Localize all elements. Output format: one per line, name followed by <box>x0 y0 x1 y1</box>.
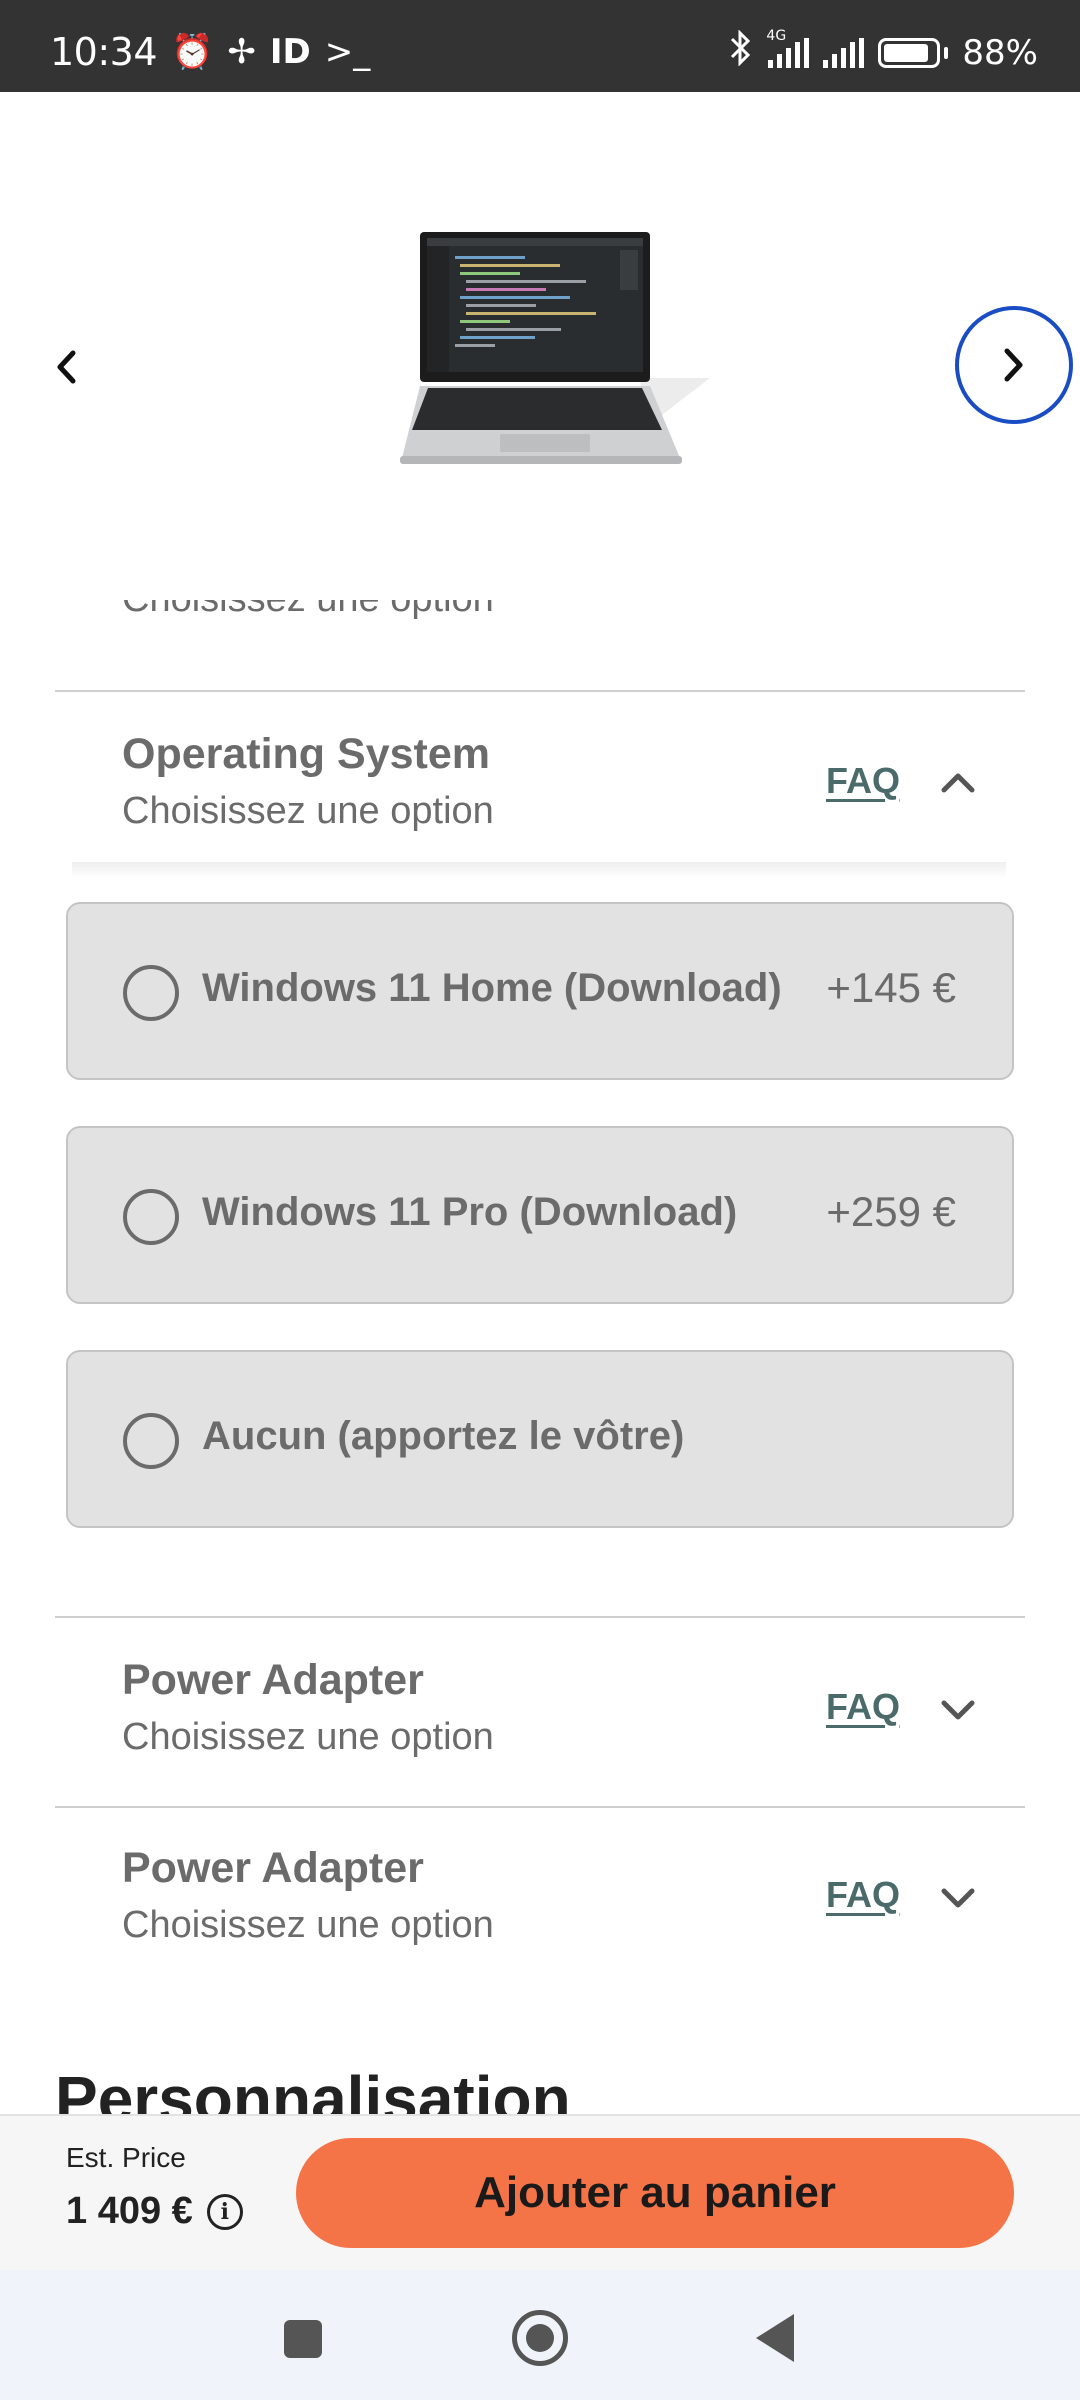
section-subtitle: Choisissez une option <box>122 1716 494 1758</box>
os-section-header[interactable]: Operating System Choisissez une option F… <box>0 692 1080 872</box>
section-subtitle: Choisissez une option <box>122 1904 494 1946</box>
price-bar: Est. Price 1 409 € i Ajouter au panier <box>0 2114 1080 2270</box>
os-option-none[interactable]: Aucun (apportez le vôtre) <box>66 1350 1014 1528</box>
faq-link[interactable]: FAQ <box>826 1874 900 1916</box>
carousel-prev-button[interactable] <box>36 337 96 397</box>
back-icon[interactable] <box>756 2314 794 2362</box>
id-indicator: ID <box>269 32 311 72</box>
est-price: 1 409 € i <box>66 2190 243 2233</box>
est-price-label: Est. Price <box>66 2142 186 2173</box>
status-left: 10:34 ⏰ ✢ ID >_ <box>50 30 370 74</box>
os-option-windows-home[interactable]: Windows 11 Home (Download) +145 € <box>66 902 1014 1080</box>
laptop-product-image <box>400 232 710 464</box>
section-shadow <box>72 862 1006 878</box>
power-adapter-section-header[interactable]: Power Adapter Choisissez une option FAQ <box>0 1808 1080 1994</box>
power-adapter-section-header[interactable]: Power Adapter Choisissez une option FAQ <box>0 1618 1080 1804</box>
carousel-next-button[interactable] <box>955 306 1073 424</box>
personalisation-heading: Personnalisation <box>55 2063 571 2114</box>
battery-percent: 88% <box>962 32 1038 73</box>
terminal-icon: >_ <box>324 32 371 72</box>
radio-button[interactable] <box>123 1189 179 1245</box>
chevron-down-icon[interactable] <box>938 1878 978 1918</box>
os-option-windows-pro[interactable]: Windows 11 Pro (Download) +259 € <box>66 1126 1014 1304</box>
faq-link[interactable]: FAQ <box>826 760 900 802</box>
section-title: Operating System <box>122 730 490 778</box>
home-icon[interactable] <box>512 2310 568 2366</box>
option-price: +259 € <box>826 1188 956 1235</box>
product-carousel <box>0 92 1080 612</box>
previous-section-subtitle: Choisissez une option <box>122 600 494 640</box>
section-subtitle: Choisissez une option <box>122 790 494 832</box>
network-type: 4G <box>766 27 787 44</box>
section-title: Power Adapter <box>122 1656 424 1704</box>
price-value: 1 409 € <box>66 2190 193 2232</box>
option-label: Windows 11 Pro (Download) <box>202 1190 738 1234</box>
faq-link[interactable]: FAQ <box>826 1686 900 1728</box>
android-nav-bar <box>0 2270 1080 2400</box>
radio-button[interactable] <box>123 965 179 1021</box>
fan-icon: ✢ <box>227 32 256 72</box>
chevron-left-icon <box>57 350 76 384</box>
chevron-right-icon <box>1004 348 1023 382</box>
status-bar: 10:34 ⏰ ✢ ID >_ 4G 88% <box>0 0 1080 92</box>
radio-button[interactable] <box>123 1413 179 1469</box>
signal-icon: 4G <box>766 28 810 68</box>
option-label: Aucun (apportez le vôtre) <box>202 1414 685 1458</box>
option-label: Windows 11 Home (Download) <box>202 966 782 1010</box>
alarm-icon: ⏰ <box>171 32 214 72</box>
add-to-cart-button[interactable]: Ajouter au panier <box>296 2138 1014 2248</box>
status-right: 4G 88% <box>728 28 1038 75</box>
bluetooth-icon <box>728 29 754 75</box>
info-icon[interactable]: i <box>206 2193 243 2230</box>
chevron-up-icon[interactable] <box>938 762 978 802</box>
recents-icon[interactable] <box>284 2320 322 2358</box>
section-title: Power Adapter <box>122 1844 424 1892</box>
status-time: 10:34 <box>50 30 158 74</box>
option-price: +145 € <box>826 964 956 1011</box>
chevron-down-icon[interactable] <box>938 1690 978 1730</box>
battery-icon <box>878 37 949 68</box>
signal-icon <box>823 37 865 68</box>
